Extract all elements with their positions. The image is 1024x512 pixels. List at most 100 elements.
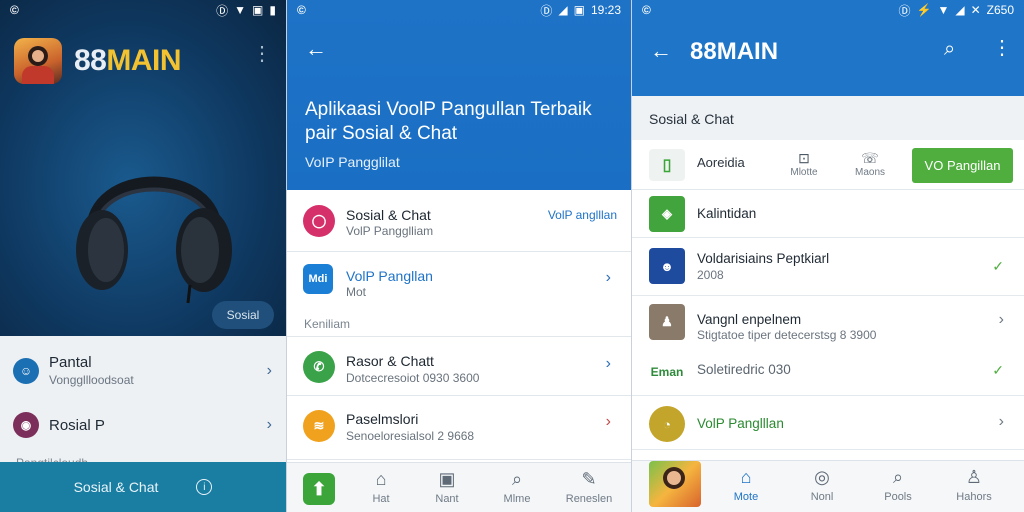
header: © Ⓓ ◢ ▣ 19:23 ← Aplikaasi VoolP Pangulla… [287,0,631,190]
nav-label: Reneslen [565,493,613,505]
item-link[interactable]: VolP anglllan [548,208,617,222]
nav-label: Mote [733,491,759,503]
item-subtitle: 2008 [697,268,724,282]
status-left: © [10,3,19,17]
nav-label: Hat [372,493,390,505]
item-title: Voldarisiains Peptkiarl [697,251,830,266]
status-icon: Ⓓ [898,3,911,18]
nav-item-profile[interactable]: ♙ Hahors [944,467,1004,503]
chevron-right-icon: › [605,413,611,430]
item-subtitle: Stigtatoe tiper detecerstsg 8 3900 [697,328,877,342]
add-icon: ⊡ [798,150,810,166]
item-subtitle: Senoeloresialsol 2 9668 [346,429,475,443]
info-icon[interactable]: i [196,479,213,495]
status-bar: © Ⓓ ⚡ ▼ ◢ ✕ Z650 [632,0,1024,20]
back-arrow-icon[interactable]: ← [305,36,327,62]
more-menu-icon[interactable]: ⋮ [252,44,272,64]
category-screen-panel: © Ⓓ ⚡ ▼ ◢ ✕ Z650 ← 88MAIN ⌕ ⋮ Sosial & C… [632,0,1024,512]
profile-thumbnail[interactable] [649,461,701,507]
section-label: Keniliam [304,317,351,331]
status-left: © [297,3,306,17]
list-item[interactable]: ≋ Paselmslori Senoeloresialsol 2 9668 › [287,396,631,460]
app-icon: Mdi [303,264,333,294]
chevron-right-icon: › [266,361,272,379]
item-subtitle: Dotcecresoiot 0930 3600 [346,371,480,385]
search-icon[interactable]: ⌕ [944,38,955,61]
status-icon: ◢ [955,3,965,17]
list-item[interactable]: ◈ Kalintidan [632,190,1024,238]
chevron-right-icon: › [605,355,611,372]
hero-area: © Ⓓ ▼ ▣ ▮ 88MAIN ⋮ Sosial [0,0,286,336]
app-icon: ▯ [649,149,685,181]
list-item[interactable]: ♟ Vangnl enpelnem Stigtatoe tiper detece… [632,296,1024,348]
mini-action-2[interactable]: ☏ Maons [850,150,890,178]
search-icon: ⌕ [511,469,523,489]
nav-item-home[interactable]: ⌂ Hat [351,469,411,505]
list-item[interactable]: ☻ Voldarisiains Peptkiarl 2008 ✓ [632,238,1024,296]
nav-item-search[interactable]: ⌕ Mlme [487,469,547,505]
status-icon: ⚡ [916,3,932,17]
chat-bubble-icon: ◯ [303,205,335,237]
status-icon: ▣ [573,3,585,17]
upload-arrow-icon[interactable]: ⬆ [303,473,335,505]
item-title: Pantal [49,354,92,371]
list-item[interactable]: ◔ VolP Panglllan › [632,398,1024,450]
item-title: Vangnl enpelnem [697,312,802,327]
item-title: VolP Panglllan [697,416,784,431]
item-title: Soletiredric 030 [697,362,791,377]
screenshot-triptych: © Ⓓ ▼ ▣ ▮ 88MAIN ⋮ Sosial ☺ Pantal Vongg… [0,0,1024,512]
app-icon: Eman [649,354,685,390]
nav-item-search[interactable]: ⌕ Pools [868,467,928,503]
sosial-chat-bar[interactable]: Sosial & Chat i [0,462,286,512]
detail-screen-panel: © Ⓓ ◢ ▣ 19:23 ← Aplikaasi VoolP Pangulla… [287,0,631,512]
item-subtitle: Vonggllloodsoat [49,373,134,387]
chat-icon: ☏ [861,150,879,166]
phone-icon: ✆ [303,351,335,383]
home-screen-panel: © Ⓓ ▼ ▣ ▮ 88MAIN ⋮ Sosial ☺ Pantal Vongg… [0,0,286,512]
nav-item-home[interactable]: ⌂ Mote [716,467,776,503]
nav-item-chat[interactable]: ◎ Nonl [792,467,852,503]
nav-item-chat[interactable]: ▣ Nant [417,469,477,505]
back-arrow-icon[interactable]: ← [650,38,672,64]
page-subtitle: VoIP Pangglilat [305,154,400,170]
chevron-right-icon: › [998,413,1004,430]
voip-call-button[interactable]: VO Pangillan [912,148,1013,183]
item-title: Rosial P [49,416,105,434]
list-item[interactable]: Mdi VolP Pangllan Mot › [287,252,631,308]
mini-action-1[interactable]: ⊡ Mlotte [784,150,824,178]
user-icon: ♙ [965,467,983,487]
more-menu-icon[interactable]: ⋮ [992,38,1012,58]
brand-title: 88MAIN [690,38,779,65]
search-icon: ⌕ [892,467,904,487]
list-item[interactable]: ◉ Rosial P › [0,412,286,438]
status-icon: ▮ [269,3,276,17]
status-icon: ✕ [970,3,981,17]
sosial-chip[interactable]: Sosial [212,301,274,329]
chevron-right-icon: › [266,416,272,433]
avatar: ☻ [649,248,685,284]
nav-label: Mlme [503,493,531,505]
item-title: Sosial & Chat [346,207,431,223]
home-icon: ⌂ [740,467,752,487]
item-title: Rasor & Chatt [346,353,434,369]
status-icon: Ⓓ [216,3,229,18]
chevron-right-icon: › [605,269,611,286]
headset-icon [70,125,240,310]
list-item[interactable]: Eman Soletiredric 030 ✓ [632,348,1024,396]
home-icon: ⌂ [375,469,387,489]
mini-label: Maons [854,167,885,178]
check-icon: ✓ [992,258,1004,274]
list-item[interactable]: ☺ Pantal Vonggllloodsoat › [0,354,286,387]
status-left: © [642,3,651,17]
header: © Ⓓ ⚡ ▼ ◢ ✕ Z650 ← 88MAIN ⌕ ⋮ [632,0,1024,96]
avatar: ♟ [649,304,685,340]
item-title: Kalintidan [697,206,757,221]
nav-label: Nonl [810,491,834,503]
list-item[interactable]: ✆ Rasor & Chatt Dotcecresoiot 0930 3600 … [287,336,631,396]
list-item[interactable]: ◯ Sosial & Chat VolP Pangglliam VolP ang… [287,190,631,252]
bottom-navigation: ⌂ Hat ▣ Nant ⌕ Mlme ✎ Reneslen [287,462,631,512]
section-header: Sosial & Chat [632,96,1024,140]
app-avatar[interactable] [14,38,62,84]
nav-item-edit[interactable]: ✎ Reneslen [559,469,619,505]
section-label: Sosial & Chat [649,111,734,127]
